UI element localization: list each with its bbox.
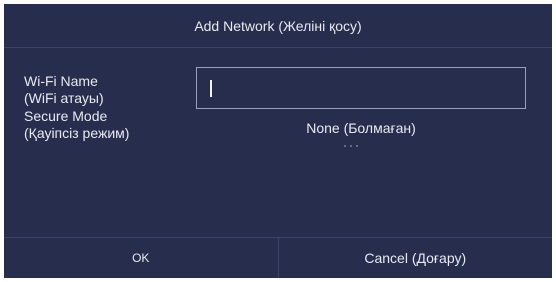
dialog-title: Add Network (Желіні қосу) — [4, 4, 552, 48]
add-network-dialog: Add Network (Желіні қосу) Wi-Fi Name (Wi… — [4, 4, 552, 278]
selector-indicator-dots — [344, 145, 358, 147]
secure-mode-selector[interactable]: None (Болмаған) — [196, 120, 526, 136]
text-cursor — [210, 80, 212, 97]
wifi-name-label: Wi-Fi Name (WiFi атауы) — [24, 73, 104, 107]
dialog-button-row: OK Cancel (Доғару) — [4, 237, 552, 278]
secure-mode-label-line1: Secure Mode — [24, 108, 108, 124]
cancel-button[interactable]: Cancel (Доғару) — [279, 238, 553, 278]
wifi-name-label-line2: (WiFi атауы) — [24, 90, 104, 106]
wifi-name-label-line1: Wi-Fi Name — [24, 73, 98, 89]
wifi-name-input[interactable] — [196, 67, 526, 109]
indicator-dot — [356, 145, 358, 147]
indicator-dot — [350, 145, 352, 147]
indicator-dot — [344, 145, 346, 147]
secure-mode-label-line2: (Қауіпсіз режим) — [24, 125, 130, 141]
secure-mode-label: Secure Mode (Қауіпсіз режим) — [24, 108, 129, 142]
ok-button[interactable]: OK — [4, 238, 278, 278]
